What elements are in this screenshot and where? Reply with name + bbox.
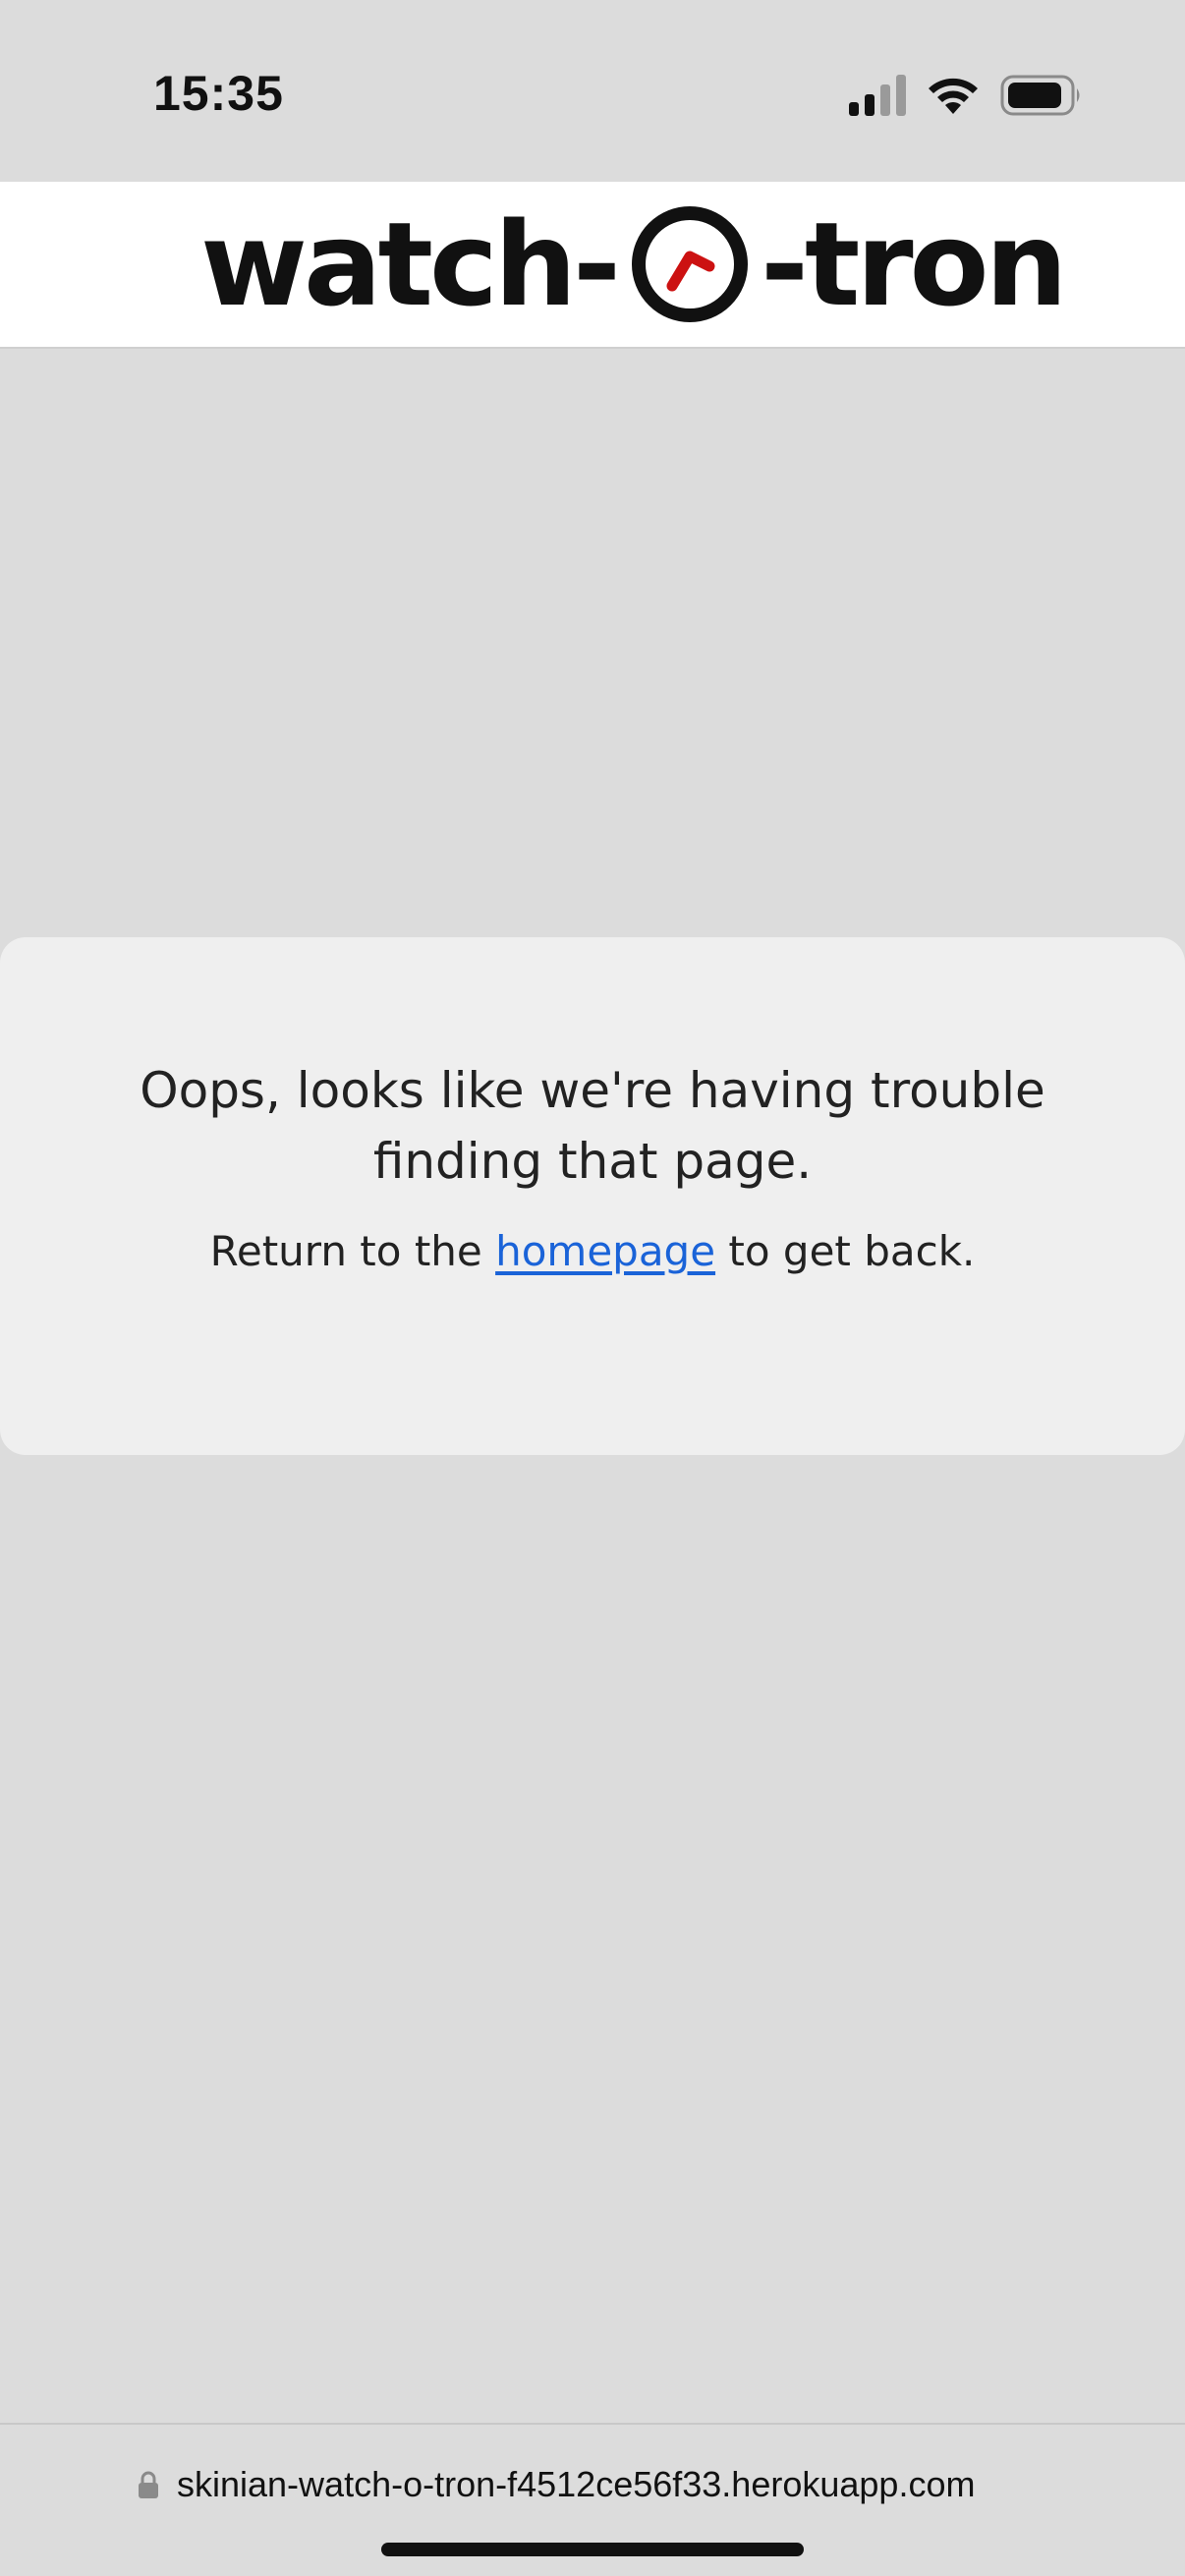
wifi-icon <box>929 78 978 114</box>
error-title: Oops, looks like we're having trouble fi… <box>140 1062 1045 1190</box>
error-message-suffix: to get back. <box>715 1227 976 1275</box>
logo-text-right: -tron <box>760 196 1068 332</box>
site-header: watch- -tron <box>0 182 1185 349</box>
screen: 15:35 watch- -tron Oops, looks like we'r… <box>0 0 1185 2576</box>
logo-text-left: watch- <box>200 196 621 332</box>
url-text: skinian-watch-o-tron-f4512ce56f33.heroku… <box>177 2464 976 2504</box>
status-bar: 15:35 <box>0 0 1185 182</box>
cellular-signal-icon <box>849 75 906 116</box>
status-time: 15:35 <box>153 66 284 121</box>
home-indicator[interactable] <box>381 2543 804 2556</box>
error-card: Oops, looks like we're having trouble fi… <box>0 937 1185 1455</box>
lock-icon <box>139 2471 158 2498</box>
error-message-prefix: Return to the <box>209 1227 496 1275</box>
browser-address-bar: skinian-watch-o-tron-f4512ce56f33.heroku… <box>0 2423 1185 2576</box>
site-logo[interactable]: watch- -tron <box>200 196 1068 332</box>
url-field[interactable]: skinian-watch-o-tron-f4512ce56f33.heroku… <box>138 2464 975 2505</box>
battery-icon <box>1000 75 1080 116</box>
clock-icon <box>631 206 748 322</box>
homepage-link[interactable]: homepage <box>495 1227 715 1275</box>
error-message: Return to the homepage to get back. <box>59 1224 1126 1279</box>
